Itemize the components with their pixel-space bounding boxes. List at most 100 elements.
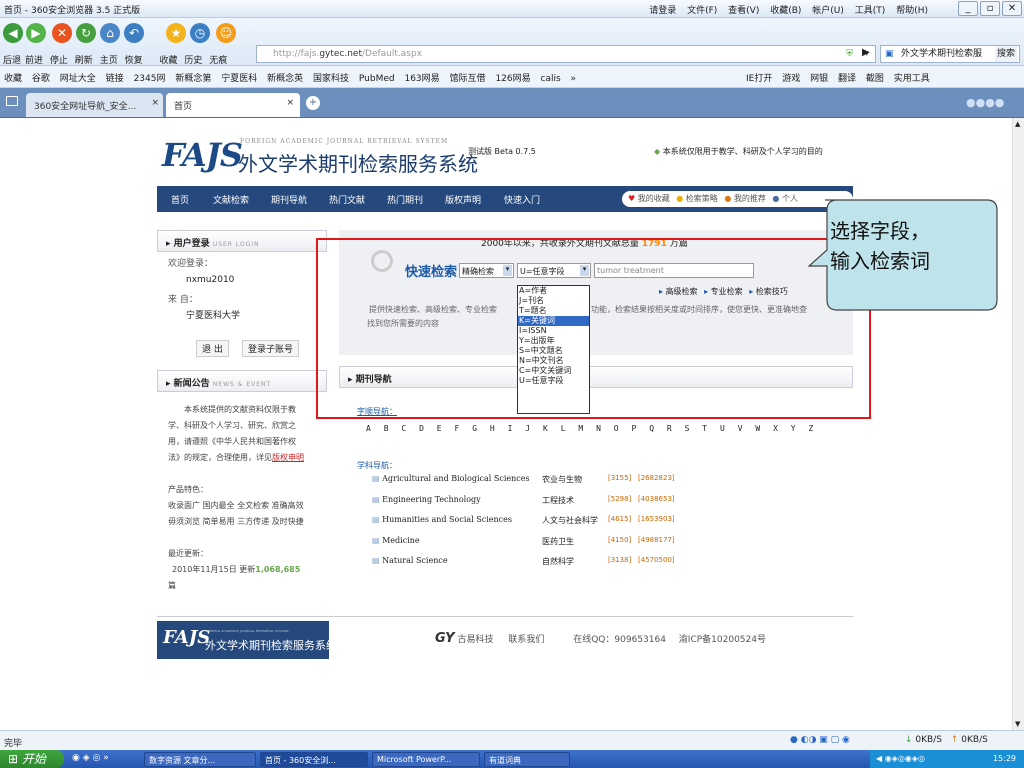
my-favorites-link[interactable]: 我的收藏	[638, 194, 670, 203]
incognito-label[interactable]: 无痕	[209, 56, 227, 66]
subject-row[interactable]: ▤ Natural Science	[372, 556, 448, 565]
subject-cn[interactable]: 医药卫生	[542, 536, 574, 547]
letter-link[interactable]: B	[384, 424, 389, 433]
article-count[interactable]: [4038653]	[638, 495, 675, 503]
view-menu[interactable]: 查看(V)	[728, 6, 759, 16]
journal-count[interactable]: [3155]	[608, 474, 631, 482]
taskbar-item[interactable]: 有道词典	[484, 752, 570, 767]
favorite-item[interactable]: 163网易	[404, 74, 439, 84]
login-menu[interactable]: 请登录	[649, 6, 676, 16]
subject-row[interactable]: ▤ Agricultural and Biological Sciences	[372, 474, 530, 483]
favorite-item[interactable]: 馆际互借	[450, 74, 486, 84]
favorites-menu[interactable]: 收藏(B)	[770, 6, 801, 16]
favorite-item[interactable]: 2345网	[134, 74, 166, 84]
letter-link[interactable]: R	[667, 424, 672, 433]
subject-en[interactable]: Medicine	[382, 536, 420, 545]
letter-link[interactable]: A	[366, 424, 371, 433]
restore-label[interactable]: 恢复	[125, 56, 143, 66]
favorite-item[interactable]: PubMed	[359, 74, 395, 84]
back-icon[interactable]: ◀	[3, 23, 23, 43]
tab-nav-site[interactable]: 360安全网址导航_安全... ×	[26, 93, 163, 117]
search-engine-box[interactable]: ▣ 外文学术期刊检索服 搜索	[880, 45, 1020, 63]
forward-icon[interactable]: ▶	[26, 23, 46, 43]
dropdown-option[interactable]: N=中文刊名	[518, 356, 589, 366]
help-menu[interactable]: 帮助(H)	[896, 6, 928, 16]
subject-en[interactable]: Agricultural and Biological Sciences	[382, 474, 530, 483]
history-icon[interactable]: ◷	[190, 23, 210, 43]
scroll-down-icon[interactable]: ▼	[1015, 720, 1020, 728]
minimize-button[interactable]: _	[958, 1, 978, 16]
letter-link[interactable]: W	[755, 424, 760, 433]
quick-launch-icons[interactable]: ◉ ◈ ◎ »	[72, 753, 109, 763]
subject-row[interactable]: ▤ Humanities and Social Sciences	[372, 515, 512, 524]
taskbar-item[interactable]: 数字资源 文章分...	[144, 752, 256, 767]
taskbar-item-active[interactable]: 首页 - 360安全浏...	[260, 752, 368, 767]
tab-controls-icon[interactable]: ●●●●	[966, 96, 1004, 109]
letter-link[interactable]: S	[685, 424, 690, 433]
nav-home[interactable]: 首页	[171, 193, 189, 206]
personal-link[interactable]: 个人	[782, 194, 798, 203]
favorite-item[interactable]: 链接	[106, 74, 124, 84]
tab-close-icon[interactable]: ×	[286, 98, 294, 108]
logout-button[interactable]: 退 出	[196, 340, 229, 357]
dropdown-option[interactable]: K=关键词	[518, 316, 589, 326]
tray-icons[interactable]: ◀ ◉◈◎◉◈◎	[876, 754, 925, 763]
letter-link[interactable]: H	[490, 424, 495, 433]
account-menu[interactable]: 帐户(U)	[812, 6, 844, 16]
letter-link[interactable]: N	[596, 424, 601, 433]
nav-literature-search[interactable]: 文献检索	[213, 193, 249, 206]
nav-hot-literature[interactable]: 热门文献	[329, 193, 365, 206]
letter-link[interactable]: Q	[649, 424, 654, 433]
letter-link[interactable]: U	[720, 424, 725, 433]
my-recommend-link[interactable]: 我的推荐	[734, 194, 766, 203]
tools-menu[interactable]: 工具(T)	[855, 6, 886, 16]
letter-link[interactable]: F	[455, 424, 460, 433]
letter-link[interactable]: K	[543, 424, 548, 433]
dropdown-option[interactable]: T=题名	[518, 306, 589, 316]
letter-link[interactable]: D	[419, 424, 424, 433]
nav-copyright[interactable]: 版权声明	[445, 193, 481, 206]
forward-label[interactable]: 前进	[25, 56, 43, 66]
dropdown-option[interactable]: Y=出版年	[518, 336, 589, 346]
home-icon[interactable]: ⌂	[100, 23, 120, 43]
screenshot-button[interactable]: 截图	[866, 74, 884, 84]
sidebar-toggle-icon[interactable]	[6, 96, 18, 106]
dropdown-option[interactable]: U=任意字段	[518, 376, 589, 386]
dropdown-option[interactable]: I=ISSN	[518, 326, 589, 336]
letter-link[interactable]: E	[437, 424, 442, 433]
article-count[interactable]: [1653903]	[638, 515, 675, 523]
letter-link[interactable]: P	[632, 424, 637, 433]
subject-en[interactable]: Engineering Technology	[382, 495, 481, 504]
favorite-item[interactable]: calis	[541, 74, 561, 84]
favorites-star-icon[interactable]: ★	[166, 23, 186, 43]
field-dropdown-list[interactable]: A=作者 J=刊名 T=题名 K=关键词 I=ISSN Y=出版年 S=中文题名 N=中文刊名…	[517, 285, 590, 414]
nav-quick-start[interactable]: 快速入门	[504, 193, 540, 206]
favorite-item[interactable]: 新概念第	[175, 74, 211, 84]
history-label[interactable]: 历史	[184, 56, 202, 66]
scroll-up-icon[interactable]: ▲	[1015, 120, 1020, 128]
article-count[interactable]: [4570500]	[638, 556, 675, 564]
maximize-button[interactable]: ▫	[980, 1, 1000, 16]
security-shield-icon[interactable]: ⛨	[846, 46, 853, 62]
contact-link[interactable]: 联系我们	[508, 635, 544, 645]
letter-link[interactable]: Y	[791, 424, 796, 433]
favorite-more[interactable]: »	[571, 74, 577, 84]
subject-cn[interactable]: 农业与生物	[542, 474, 582, 485]
favorite-item[interactable]: 收藏	[4, 74, 22, 84]
subject-cn[interactable]: 人文与社会科学	[542, 515, 598, 526]
tab-close-icon[interactable]: ×	[151, 98, 159, 108]
dropdown-option[interactable]: C=中文关键词	[518, 366, 589, 376]
favorite-item[interactable]: 126网易	[495, 74, 530, 84]
nav-journal-nav[interactable]: 期刊导航	[271, 193, 307, 206]
status-icons[interactable]: ● ◐◑ ▣ ▢ ◉	[790, 735, 850, 745]
translate-button[interactable]: 翻译	[838, 74, 856, 84]
article-count[interactable]: [2682823]	[638, 474, 675, 482]
letter-link[interactable]: L	[561, 424, 566, 433]
ebank-button[interactable]: 网银	[810, 74, 828, 84]
close-window-button[interactable]: ✕	[1002, 1, 1022, 16]
article-count[interactable]: [4988177]	[638, 536, 675, 544]
favorite-item[interactable]: 谷歌	[32, 74, 50, 84]
file-menu[interactable]: 文件(F)	[687, 6, 717, 16]
back-label[interactable]: 后退	[3, 56, 21, 66]
journal-count[interactable]: [4615]	[608, 515, 631, 523]
